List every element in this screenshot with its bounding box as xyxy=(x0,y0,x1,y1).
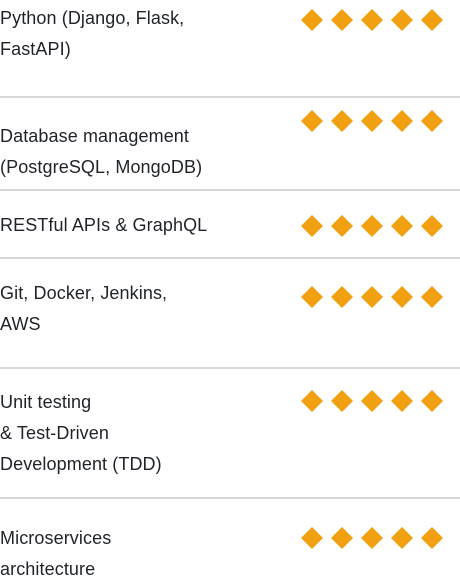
diamond-icon xyxy=(421,286,443,308)
diamond-icon xyxy=(301,215,323,237)
diamond-icon xyxy=(421,215,443,237)
skills-list: Python (Django, Flask, FastAPI) Database… xyxy=(0,0,460,583)
divider xyxy=(0,257,460,259)
diamond-icon xyxy=(421,110,443,132)
skill-rating xyxy=(300,524,450,552)
diamond-icon xyxy=(301,9,323,31)
skill-rating xyxy=(300,212,450,240)
diamond-icon xyxy=(301,527,323,549)
skill-label: Git, Docker, Jenkins, AWS xyxy=(0,283,168,334)
skill-label: Unit testing & Test-Driven Development (… xyxy=(0,392,162,474)
diamond-icon xyxy=(391,390,413,412)
diamond-icon xyxy=(421,390,443,412)
skill-label: RESTful APIs & GraphQL xyxy=(0,215,208,235)
diamond-icon xyxy=(331,9,353,31)
diamond-icon xyxy=(391,286,413,308)
diamond-icon xyxy=(361,9,383,31)
skill-rating xyxy=(300,107,450,135)
diamond-icon xyxy=(391,527,413,549)
diamond-icon xyxy=(331,110,353,132)
diamond-icon xyxy=(421,9,443,31)
diamond-icon xyxy=(301,390,323,412)
skill-label: Python (Django, Flask, FastAPI) xyxy=(0,8,185,59)
diamond-icon xyxy=(361,110,383,132)
diamond-icon xyxy=(391,110,413,132)
diamond-icon xyxy=(361,390,383,412)
skill-label: Microservices architecture xyxy=(0,528,112,579)
diamond-icon xyxy=(361,286,383,308)
divider xyxy=(0,189,460,191)
skill-rating xyxy=(300,387,450,415)
diamond-icon xyxy=(301,286,323,308)
diamond-icon xyxy=(331,286,353,308)
diamond-icon xyxy=(361,215,383,237)
diamond-icon xyxy=(391,215,413,237)
diamond-icon xyxy=(391,9,413,31)
diamond-icon xyxy=(331,215,353,237)
divider xyxy=(0,96,460,98)
diamond-icon xyxy=(331,527,353,549)
diamond-icon xyxy=(301,110,323,132)
divider xyxy=(0,367,460,369)
skill-rating xyxy=(300,283,450,311)
diamond-icon xyxy=(331,390,353,412)
skill-rating xyxy=(300,6,450,34)
diamond-icon xyxy=(421,527,443,549)
diamond-icon xyxy=(361,527,383,549)
skill-label: Database management (PostgreSQL, MongoDB… xyxy=(0,126,203,177)
divider xyxy=(0,497,460,499)
